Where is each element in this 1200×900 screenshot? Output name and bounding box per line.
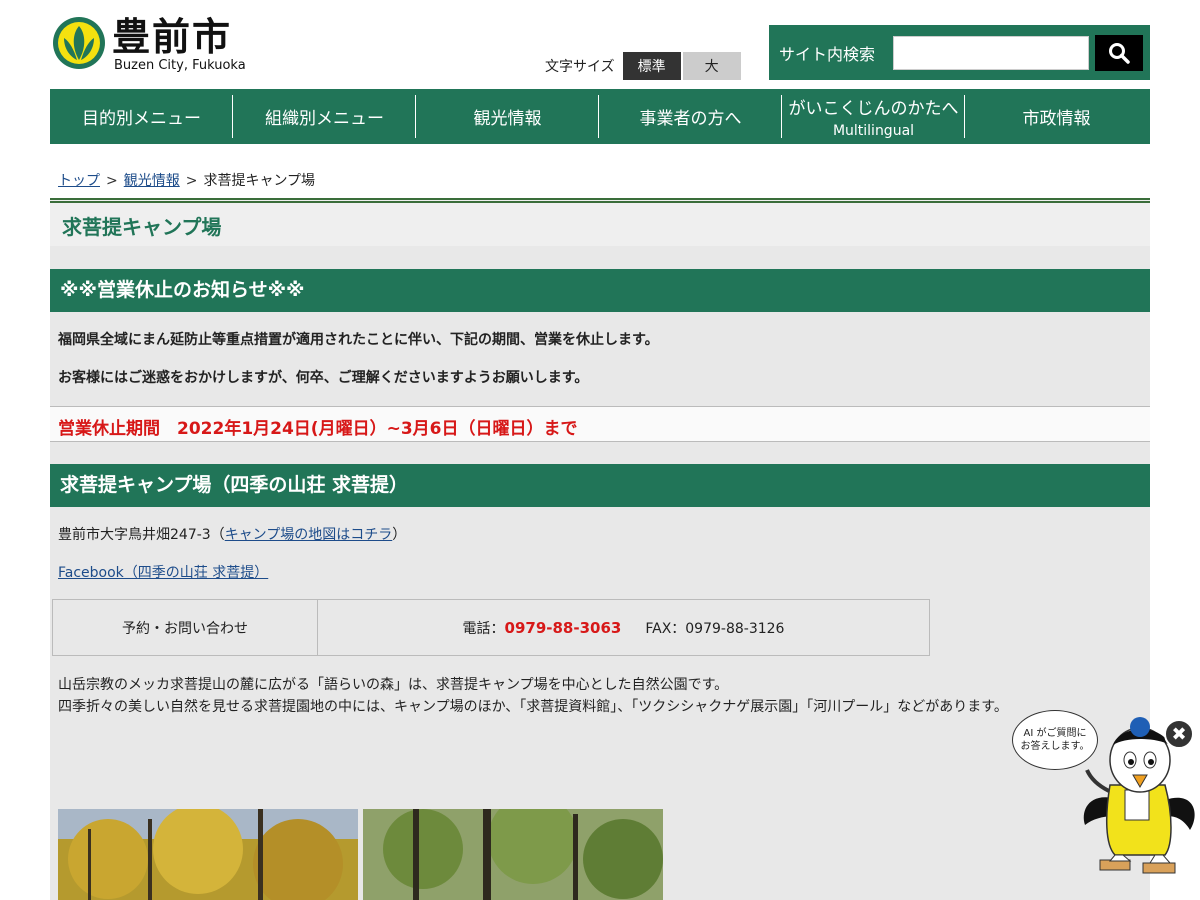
notice-text-2: お客様にはご迷惑をおかけしますが、何卒、ご理解くださいますようお願いします。 [58,370,589,386]
main-content: 求菩提キャンプ場 ※※営業休止のお知らせ※※ 福岡県全域にまん延防止等重点措置が… [50,198,1150,900]
camp-photo-forest [363,809,663,900]
nav-item-business[interactable]: 事業者の方へ [599,89,782,144]
nav-sublabel: Multilingual [832,123,915,139]
address-line: 豊前市大字鳥井畑247-3（キャンプ場の地図はコチラ） [58,524,406,544]
search-icon [1109,42,1130,64]
address-text: 豊前市大字鳥井畑247-3（ [58,527,225,543]
site-search: サイト内検索 [769,25,1150,80]
breadcrumb-separator: > [185,173,198,189]
tel-label: 電話： [462,620,505,637]
address-close: ） [392,527,407,543]
closure-period-row: 営業休止期間 2022年1月24日(月曜日）~3月6日（日曜日）まで [50,406,1150,442]
chatbot-bubble-line-2: お答えします。 [1020,741,1090,752]
font-size-standard-button[interactable]: 標準 [622,52,681,80]
nav-label: 市政情報 [1022,109,1091,129]
page-title-bar: 求菩提キャンプ場 [50,198,1150,246]
nav-label: 観光情報 [473,109,542,129]
nav-label: 組織別メニュー [265,109,384,129]
description-line-2: 四季折々の美しい自然を見せる求菩提園地の中には、キャンプ場のほか、「求菩提資料館… [58,699,1008,715]
chatbot-bubble-line-1: AI がご質問に [1023,728,1087,739]
nav-item-tourism[interactable]: 観光情報 [416,89,599,144]
logo-japanese-name: 豊前市 [112,15,233,59]
nav-item-purpose-menu[interactable]: 目的別メニュー [50,89,233,144]
map-link[interactable]: キャンプ場の地図はコチラ [225,527,393,543]
breadcrumb-tourism-link[interactable]: 観光情報 [124,173,180,189]
contact-label: 予約・お問い合わせ [53,600,318,655]
nav-label: 目的別メニュー [82,109,201,129]
description-line-1: 山岳宗教のメッカ求菩提山の麓に広がる「語らいの森」は、求菩提キャンプ場を中心とし… [58,677,729,693]
tel-number: 0979-88-3063 [504,618,622,637]
facebook-line: Facebook（四季の山荘 求菩提） [58,562,268,582]
logo-english-name: Buzen City, Fukuoka [114,58,246,73]
search-input[interactable] [893,35,1089,70]
global-nav: 目的別メニュー 組織別メニュー 観光情報 事業者の方へ がいこくじんのかたへ Mu… [50,89,1150,144]
nav-label: がいこくじんのかたへ [788,99,959,119]
breadcrumb-current: 求菩提キャンプ場 [203,173,316,189]
font-size-large-button[interactable]: 大 [682,52,741,80]
chatbot-close-button[interactable]: ✖ [1164,719,1194,749]
nav-item-multilingual[interactable]: がいこくじんのかたへ Multilingual [782,89,965,144]
nav-item-organization-menu[interactable]: 組織別メニュー [233,89,416,144]
font-size-switcher: 文字サイズ 標準 大 [545,52,741,80]
notice-heading: ※※営業休止のお知らせ※※ [50,269,1150,312]
breadcrumb: トップ > 観光情報 > 求菩提キャンプ場 [58,170,315,190]
breadcrumb-top-link[interactable]: トップ [58,173,100,189]
font-size-label: 文字サイズ [545,59,615,75]
nav-item-city-government[interactable]: 市政情報 [965,89,1148,144]
page-title: 求菩提キャンプ場 [62,215,222,239]
fax-text: FAX：0979-88-3126 [645,620,785,637]
camp-heading: 求菩提キャンプ場（四季の山荘 求菩提） [50,464,1150,507]
contact-values: 電話： 0979-88-3063 FAX：0979-88-3126 [318,600,929,655]
search-label: サイト内検索 [779,44,876,64]
city-emblem-icon [53,17,105,69]
close-icon: ✖ [1171,723,1187,745]
breadcrumb-separator: > [106,173,118,189]
city-logo[interactable]: 豊前市 Buzen City, Fukuoka [52,16,246,74]
contact-table: 予約・お問い合わせ 電話： 0979-88-3063 FAX：0979-88-312… [52,599,930,656]
search-button[interactable] [1095,34,1143,71]
facebook-link[interactable]: Facebook（四季の山荘 求菩提） [58,565,268,581]
closure-period-text: 営業休止期間 2022年1月24日(月曜日）~3月6日（日曜日）まで [58,419,578,439]
camp-photo-autumn [58,809,358,900]
chatbot-bubble[interactable]: AI がご質問に お答えします。 [1012,710,1098,770]
notice-text-1: 福岡県全域にまん延防止等重点措置が適用されたことに伴い、下記の期間、営業を休止し… [58,332,659,348]
nav-label: 事業者の方へ [639,109,742,129]
